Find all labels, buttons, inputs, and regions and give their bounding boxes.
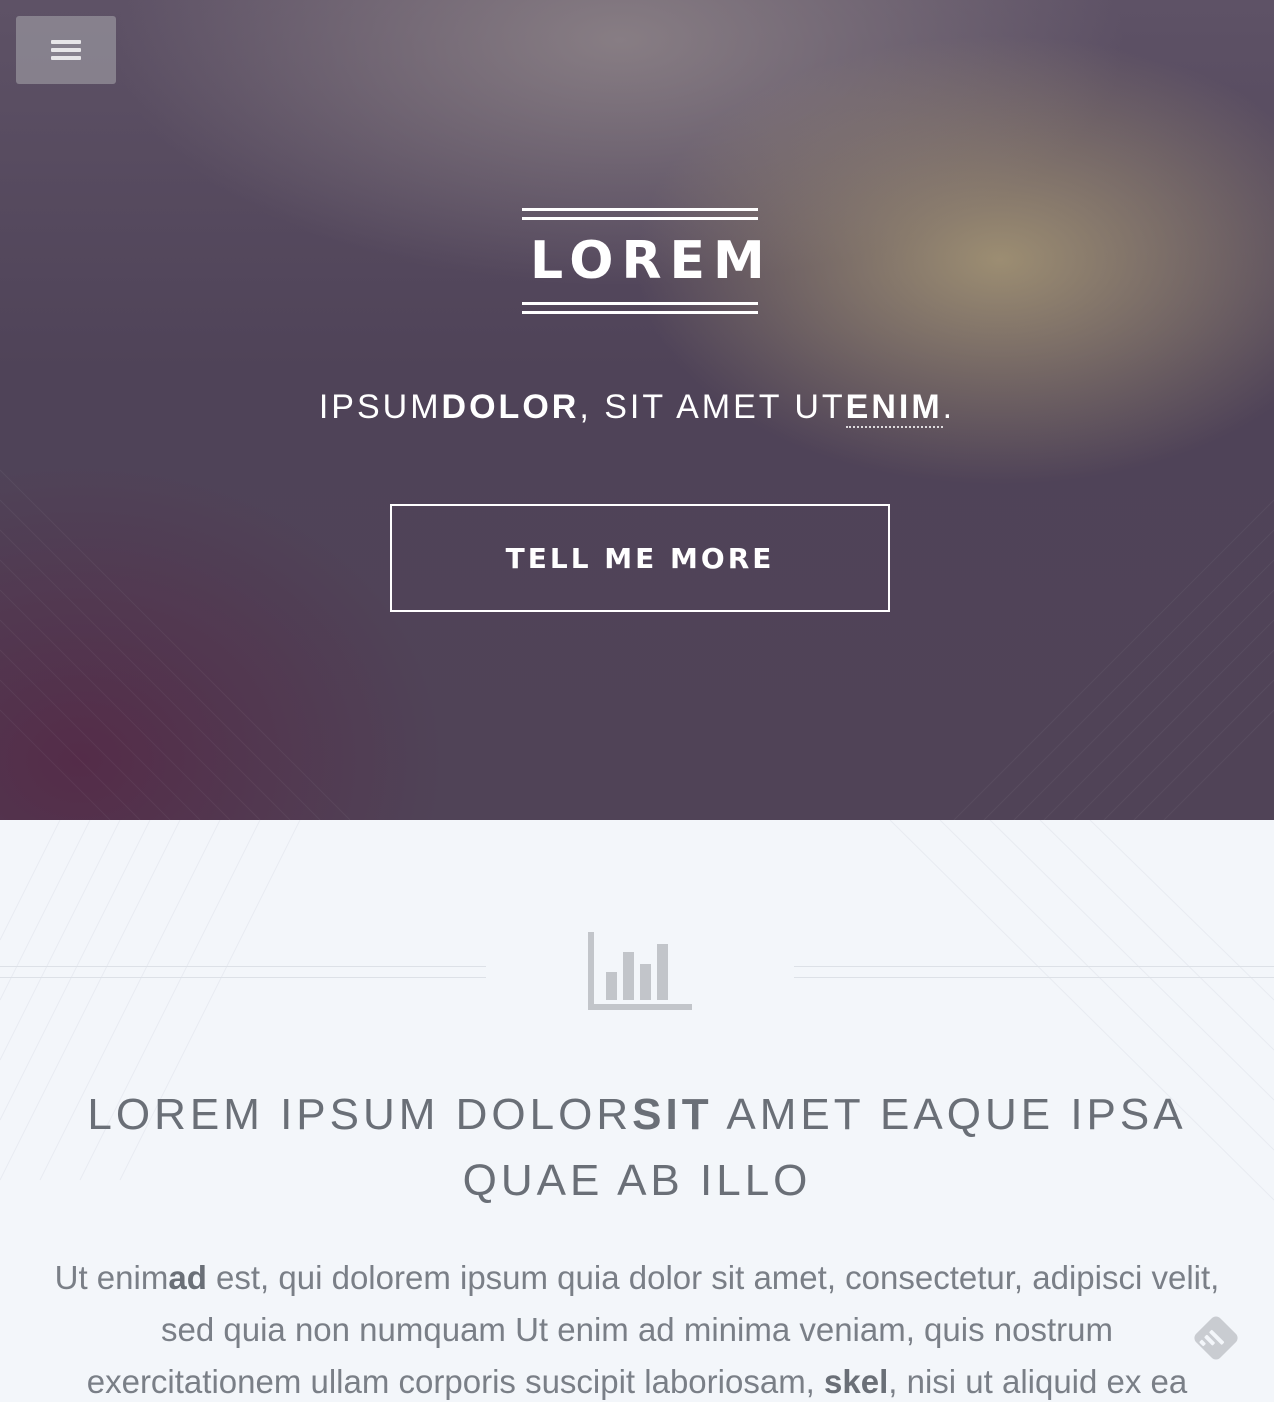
- banner-section: LOREM IPSUM DOLORSIT AMET EAQUE IPSA QUA…: [0, 820, 1274, 1402]
- tagline-abbr[interactable]: ENIM: [845, 388, 943, 428]
- section-body-text: Ut enimad est, qui dolorem ipsum quia do…: [50, 1252, 1224, 1402]
- tagline-part: , SIT AMET UT: [579, 388, 846, 426]
- body-bold: ad: [168, 1259, 207, 1296]
- body-bold: skel: [824, 1363, 889, 1400]
- tagline-part: .: [942, 388, 956, 426]
- bar-chart-icon: [588, 932, 692, 1010]
- divider-right: [794, 966, 1274, 978]
- hero-section: LOREM IPSUMDOLOR, SIT AMET UTENIM. TELL …: [0, 0, 1274, 820]
- body-part: , nisi ut aliquid ex ea: [888, 1363, 1188, 1400]
- tagline-bold: DOLOR: [441, 388, 580, 426]
- body-part: Ut enim: [54, 1259, 169, 1296]
- heading-part: LOREM IPSUM DOLOR: [87, 1090, 633, 1139]
- feedly-icon[interactable]: [1190, 1314, 1242, 1362]
- logo-title: LOREM: [530, 231, 773, 291]
- site-logo[interactable]: LOREM: [522, 208, 773, 314]
- hamburger-menu-icon: [51, 36, 81, 64]
- heading-bold: SIT: [632, 1090, 713, 1139]
- divider-left: [0, 966, 486, 978]
- tell-me-more-button[interactable]: TELL ME MORE: [390, 504, 890, 612]
- tagline-part: IPSUM: [318, 388, 442, 426]
- section-heading: LOREM IPSUM DOLORSIT AMET EAQUE IPSA QUA…: [60, 1082, 1214, 1214]
- hero-tagline: IPSUMDOLOR, SIT AMET UTENIM.: [0, 384, 1274, 430]
- menu-button[interactable]: [16, 16, 116, 84]
